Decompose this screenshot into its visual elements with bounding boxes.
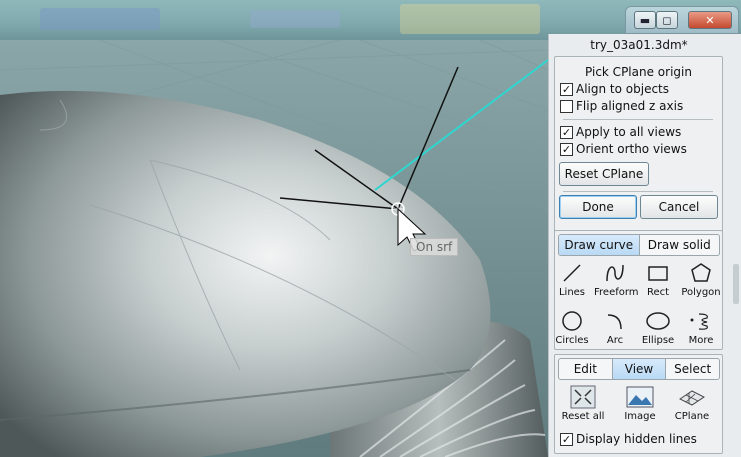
tool-image[interactable]: Image	[615, 385, 665, 422]
arc-icon	[594, 309, 636, 333]
rectangle-icon	[637, 261, 679, 285]
circle-icon	[551, 309, 593, 333]
minimize-button[interactable]: ▬	[634, 11, 656, 29]
checkbox-label: Flip aligned z axis	[576, 99, 684, 113]
more-spiral-icon	[680, 309, 722, 333]
window-controls: ▬ ◻ ✕	[625, 6, 739, 34]
tab-edit[interactable]: Edit	[559, 359, 613, 379]
snap-tooltip: On srf	[410, 238, 459, 256]
reset-all-icon	[558, 385, 608, 409]
tool-label: CPlane	[674, 411, 710, 422]
checkbox-box[interactable]: ✓	[560, 82, 573, 96]
blurred-toolbar	[400, 4, 540, 34]
cancel-button[interactable]: Cancel	[640, 195, 718, 219]
apply-to-all-views-checkbox[interactable]: ✓ Apply to all views	[560, 125, 681, 139]
tool-circles[interactable]: Circles	[551, 309, 593, 346]
tool-label: Freeform	[594, 287, 639, 298]
checkbox-label: Orient ortho views	[576, 142, 687, 156]
panel-scrollbar[interactable]	[733, 264, 739, 304]
draw-tools-group: Draw curve Draw solid Lines Freeform Rec…	[554, 230, 723, 350]
tool-label: Image	[624, 411, 656, 422]
orient-ortho-views-checkbox[interactable]: ✓ Orient ortho views	[560, 142, 687, 156]
cplane-icon	[667, 385, 717, 409]
tool-label: Arc	[606, 335, 624, 346]
tool-ellipse[interactable]: Ellipse	[637, 309, 679, 346]
document-title: try_03a01.3dm*	[590, 38, 688, 52]
checkbox-box[interactable]	[560, 99, 573, 113]
tool-lines[interactable]: Lines	[551, 261, 593, 298]
tool-freeform[interactable]: Freeform	[594, 261, 639, 298]
tool-reset-all[interactable]: Reset all	[558, 385, 608, 422]
tool-arc[interactable]: Arc	[594, 309, 636, 346]
polygon-icon	[680, 261, 722, 285]
command-options: Pick CPlane origin ✓ Align to objects Fl…	[554, 56, 723, 248]
done-button[interactable]: Done	[559, 195, 637, 219]
blurred-toolbar	[250, 10, 340, 28]
checkbox-label: Display hidden lines	[576, 432, 697, 446]
tab-view[interactable]: View	[612, 359, 667, 379]
maximize-button[interactable]: ◻	[656, 11, 678, 29]
tool-label: Reset all	[561, 411, 605, 422]
right-panel: try_03a01.3dm* Pick CPlane origin ✓ Alig…	[548, 34, 741, 457]
view-tabs: Edit View Select	[558, 358, 720, 380]
align-to-objects-checkbox[interactable]: ✓ Align to objects	[560, 82, 669, 96]
checkbox-box[interactable]: ✓	[560, 125, 573, 139]
command-prompt: Pick CPlane origin	[585, 65, 692, 79]
tool-cplane[interactable]: CPlane	[667, 385, 717, 422]
tool-label: More	[688, 335, 714, 346]
close-button[interactable]: ✕	[688, 11, 732, 29]
tab-draw-curve[interactable]: Draw curve	[559, 235, 640, 255]
line-icon	[551, 261, 593, 285]
tool-polygon[interactable]: Polygon	[680, 261, 722, 298]
reset-cplane-button[interactable]: Reset CPlane	[559, 162, 649, 186]
image-icon	[615, 385, 665, 409]
freeform-curve-icon	[594, 261, 636, 285]
divider	[563, 119, 713, 120]
tool-more[interactable]: More	[680, 309, 722, 346]
checkbox-box[interactable]: ✓	[560, 142, 573, 156]
checkbox-label: Apply to all views	[576, 125, 682, 139]
checkbox-box[interactable]: ✓	[560, 432, 573, 446]
blurred-toolbar	[40, 8, 160, 30]
viewport-3d[interactable]: On srf	[0, 40, 548, 457]
viewport-scene	[0, 40, 548, 457]
tool-rect[interactable]: Rect	[637, 261, 679, 298]
tab-draw-solid[interactable]: Draw solid	[640, 235, 720, 255]
tool-label: Lines	[558, 287, 586, 298]
ellipse-icon	[637, 309, 679, 333]
tool-label: Circles	[555, 335, 589, 346]
draw-tabs: Draw curve Draw solid	[558, 234, 720, 256]
flip-aligned-z-checkbox[interactable]: Flip aligned z axis	[560, 99, 683, 113]
display-hidden-lines-checkbox[interactable]: ✓ Display hidden lines	[560, 432, 697, 446]
tool-label: Ellipse	[641, 335, 675, 346]
divider	[563, 191, 713, 192]
tool-label: Polygon	[681, 287, 721, 298]
tool-label: Rect	[646, 287, 670, 298]
checkbox-label: Align to objects	[576, 82, 670, 96]
tab-select[interactable]: Select	[666, 359, 719, 379]
view-tools-group: Edit View Select Reset all Image CPlane …	[554, 354, 723, 454]
